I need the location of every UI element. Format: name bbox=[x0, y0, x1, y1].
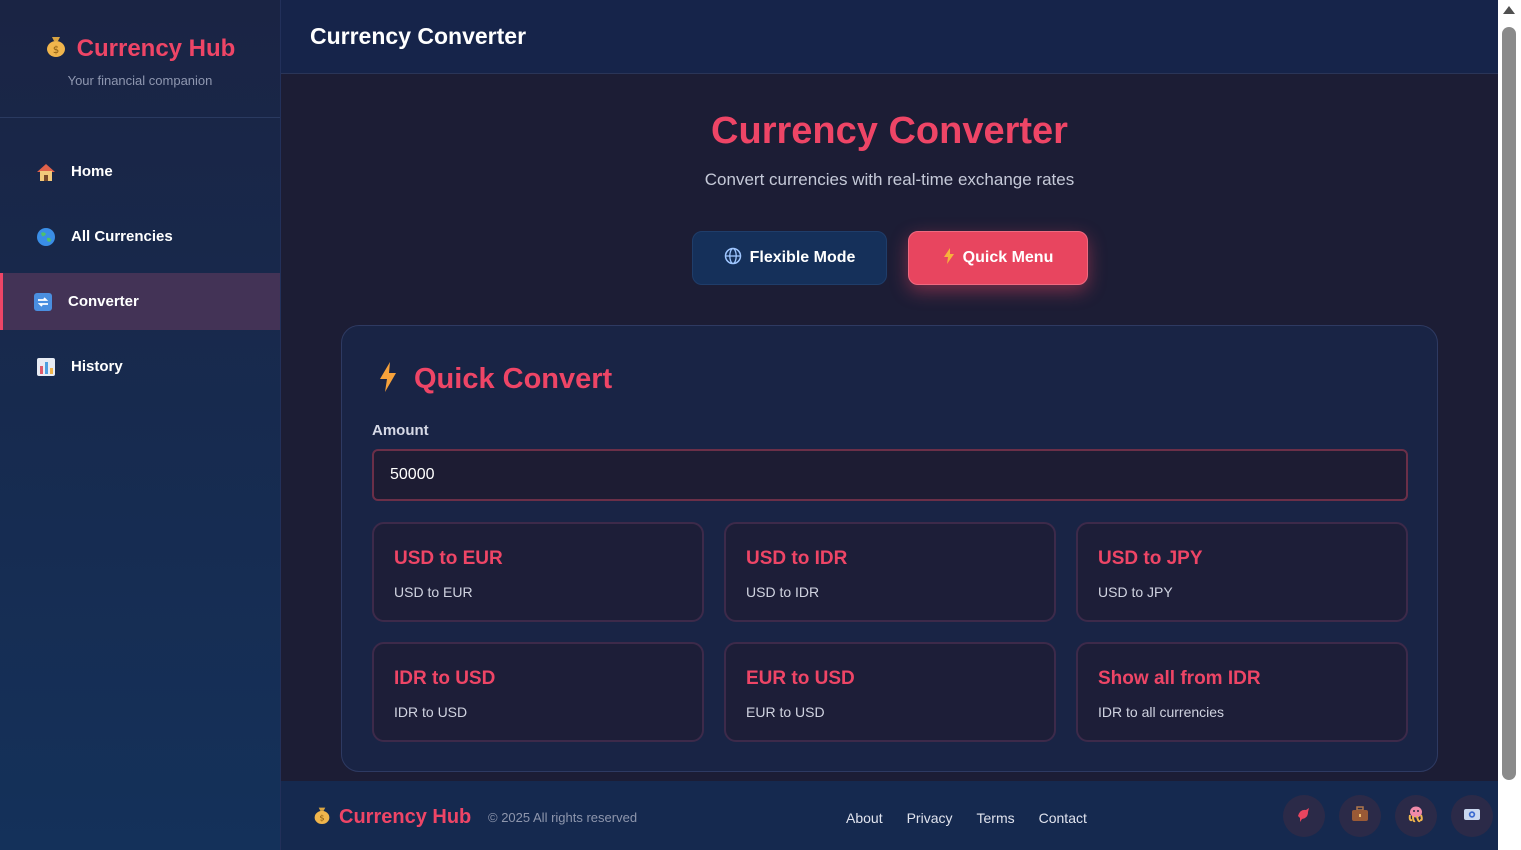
globe-icon bbox=[724, 247, 742, 270]
sidebar-item-label: Home bbox=[71, 163, 113, 180]
amount-label: Amount bbox=[372, 422, 429, 439]
bar-chart-icon bbox=[35, 356, 57, 378]
brand: $ Currency Hub Your financial companion bbox=[0, 0, 280, 118]
globe-icon bbox=[35, 226, 57, 248]
option-title: USD to JPY bbox=[1098, 548, 1203, 569]
footer: $ Currency Hub © 2025 All rights reserve… bbox=[281, 781, 1498, 850]
octopus-icon bbox=[1407, 805, 1425, 828]
quick-convert-card: Quick Convert Amount USD to EUR USD to E… bbox=[341, 325, 1438, 772]
quick-menu-button[interactable]: Quick Menu bbox=[908, 231, 1088, 285]
scroll-up-arrow-icon[interactable] bbox=[1503, 6, 1515, 14]
option-description: USD to JPY bbox=[1098, 584, 1173, 600]
option-title: IDR to USD bbox=[394, 668, 496, 689]
money-bag-icon: $ bbox=[313, 805, 331, 830]
social-links bbox=[1283, 795, 1493, 837]
social-briefcase-button[interactable] bbox=[1339, 795, 1381, 837]
page-title: Currency Converter bbox=[711, 110, 1068, 152]
footer-brand-name: Currency Hub bbox=[339, 806, 472, 828]
money-bag-icon: $ bbox=[45, 34, 67, 63]
flexible-mode-label: Flexible Mode bbox=[749, 249, 856, 266]
svg-text:$: $ bbox=[52, 45, 58, 56]
top-bar: Currency Converter bbox=[281, 0, 1498, 74]
social-octopus-button[interactable] bbox=[1395, 795, 1437, 837]
footer-link-about[interactable]: About bbox=[846, 810, 883, 826]
page-subtitle: Convert currencies with real-time exchan… bbox=[704, 170, 1075, 189]
sidebar-item-home[interactable]: Home bbox=[0, 143, 280, 200]
conversion-options: USD to EUR USD to EUR USD to IDR USD to … bbox=[372, 522, 1408, 742]
footer-brand: $ Currency Hub bbox=[313, 805, 471, 830]
vertical-scrollbar[interactable] bbox=[1498, 0, 1521, 850]
scroll-thumb[interactable] bbox=[1502, 27, 1516, 780]
option-usd-to-idr[interactable]: USD to IDR USD to IDR bbox=[724, 522, 1056, 622]
sidebar-item-label: All Currencies bbox=[71, 228, 173, 245]
quick-convert-header: Quick Convert bbox=[378, 362, 612, 397]
flexible-mode-button[interactable]: Flexible Mode bbox=[692, 231, 887, 285]
footer-copyright: © 2025 All rights reserved bbox=[488, 810, 638, 825]
option-description: USD to EUR bbox=[394, 584, 473, 600]
option-title: Show all from IDR bbox=[1098, 668, 1261, 689]
option-idr-to-usd[interactable]: IDR to USD IDR to USD bbox=[372, 642, 704, 742]
bird-icon bbox=[1295, 805, 1313, 828]
header-title: Currency Converter bbox=[310, 23, 527, 49]
option-eur-to-usd[interactable]: EUR to USD EUR to USD bbox=[724, 642, 1056, 742]
footer-link-privacy[interactable]: Privacy bbox=[907, 810, 953, 826]
house-icon bbox=[35, 161, 57, 183]
sidebar-nav: Home All Currencies Converter History bbox=[0, 143, 280, 395]
option-description: USD to IDR bbox=[746, 584, 820, 600]
lightning-icon bbox=[378, 362, 398, 397]
option-show-all-from-idr[interactable]: Show all from IDR IDR to all currencies bbox=[1076, 642, 1408, 742]
footer-link-contact[interactable]: Contact bbox=[1039, 810, 1087, 826]
option-description: IDR to USD bbox=[394, 704, 468, 720]
option-title: USD to EUR bbox=[394, 548, 503, 569]
sidebar: $ Currency Hub Your financial companion … bbox=[0, 0, 281, 850]
social-camera-button[interactable] bbox=[1451, 795, 1493, 837]
sidebar-item-history[interactable]: History bbox=[0, 338, 280, 395]
social-bird-button[interactable] bbox=[1283, 795, 1325, 837]
sidebar-item-label: Converter bbox=[68, 293, 139, 310]
camera-icon bbox=[1463, 807, 1481, 826]
exchange-icon bbox=[32, 291, 54, 313]
sidebar-item-label: History bbox=[71, 358, 123, 375]
sidebar-item-all-currencies[interactable]: All Currencies bbox=[0, 208, 280, 265]
briefcase-icon bbox=[1351, 805, 1369, 827]
brand-tagline: Your financial companion bbox=[67, 73, 213, 88]
option-usd-to-eur[interactable]: USD to EUR USD to EUR bbox=[372, 522, 704, 622]
option-description: EUR to USD bbox=[746, 704, 825, 720]
svg-text:$: $ bbox=[319, 813, 324, 823]
brand-name: Currency Hub bbox=[76, 34, 236, 62]
lightning-icon bbox=[943, 247, 955, 269]
option-usd-to-jpy[interactable]: USD to JPY USD to JPY bbox=[1076, 522, 1408, 622]
quick-convert-title: Quick Convert bbox=[414, 363, 613, 395]
amount-input[interactable] bbox=[372, 449, 1408, 501]
sidebar-item-converter[interactable]: Converter bbox=[0, 273, 280, 330]
option-title: EUR to USD bbox=[746, 668, 855, 689]
footer-links: About Privacy Terms Contact bbox=[846, 810, 1087, 826]
option-description: IDR to all currencies bbox=[1098, 704, 1225, 720]
quick-menu-label: Quick Menu bbox=[962, 249, 1054, 266]
main-content: Currency Converter Convert currencies wi… bbox=[281, 74, 1498, 781]
footer-link-terms[interactable]: Terms bbox=[977, 810, 1015, 826]
option-title: USD to IDR bbox=[746, 548, 848, 569]
